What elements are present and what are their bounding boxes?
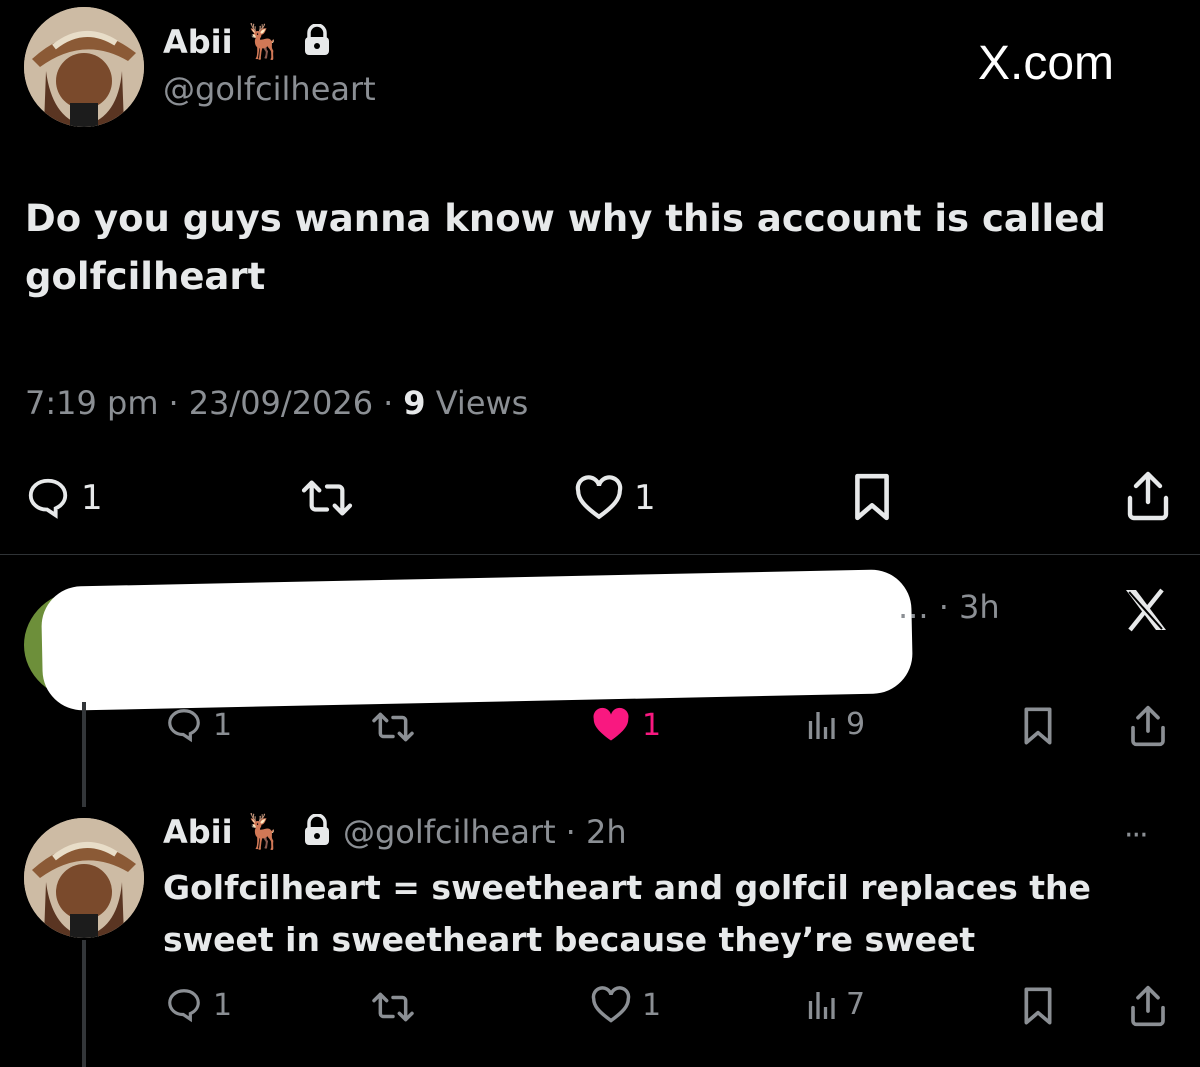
retweet-icon [372, 712, 414, 742]
reply-button[interactable]: 1 [165, 706, 232, 744]
bookmark-icon [1024, 987, 1052, 1025]
meta-dot: · [383, 384, 394, 422]
views-icon [808, 992, 835, 1019]
display-name[interactable]: Abii [163, 813, 233, 851]
close-icon[interactable] [1122, 588, 1170, 636]
avatar[interactable] [24, 818, 144, 938]
bookmark-button[interactable] [850, 472, 894, 522]
thread-line [82, 702, 86, 807]
reply-icon [28, 478, 68, 519]
like-button[interactable]: 1 [574, 475, 656, 521]
bookmark-icon [855, 473, 889, 521]
like-count: 1 [642, 707, 662, 743]
tweet-meta: 7:19 pm · 23/09/2026 · 9 Views [25, 384, 528, 422]
views-count: 7 [846, 986, 866, 1022]
lock-icon [303, 23, 331, 60]
views-label: Views [435, 384, 529, 422]
reply-icon [168, 709, 200, 743]
share-button[interactable] [1128, 984, 1168, 1028]
retweet-icon [301, 480, 353, 516]
heart-icon [593, 707, 629, 741]
handle[interactable]: @golfcilheart [163, 70, 376, 108]
bookmark-button[interactable] [1020, 986, 1056, 1026]
retweet-button[interactable] [370, 988, 416, 1026]
like-button[interactable]: 1 [590, 706, 661, 744]
heart-icon [591, 986, 631, 1023]
tweet-time[interactable]: 7:19 pm [25, 384, 159, 422]
like-count: 1 [642, 987, 662, 1023]
views-button[interactable]: 9 [806, 706, 865, 742]
reply-button[interactable]: 1 [25, 475, 103, 521]
deer-emoji: 🦌 [242, 22, 285, 62]
reply1-meta: ... · 3h [898, 588, 1000, 626]
retweet-button[interactable] [370, 708, 416, 746]
retweet-icon [372, 992, 414, 1022]
reply-button[interactable]: 1 [165, 986, 232, 1024]
retweet-button[interactable] [300, 475, 354, 521]
bookmark-button[interactable] [1020, 706, 1056, 746]
divider [0, 554, 1200, 555]
share-icon [1131, 985, 1165, 1027]
share-icon [1131, 705, 1165, 747]
tweet-date[interactable]: 23/09/2026 [189, 384, 373, 422]
share-icon [1127, 471, 1169, 521]
meta-dot: · [168, 384, 179, 422]
bookmark-icon [1024, 707, 1052, 745]
more-icon[interactable]: ··· [1124, 818, 1149, 853]
like-button[interactable]: 1 [590, 986, 661, 1024]
deer-emoji: 🦌 [242, 812, 285, 852]
reply-text: Golfcilheart = sweetheart and golfcil re… [163, 868, 1091, 959]
reply-count: 1 [213, 987, 233, 1023]
redaction [40, 568, 914, 712]
reply-count: 1 [213, 707, 233, 743]
like-count: 1 [634, 478, 656, 518]
reply-icon [168, 989, 200, 1023]
views-button[interactable]: 7 [806, 986, 865, 1022]
tweet-text: Do you guys wanna know why this account … [25, 197, 1106, 298]
reply-time[interactable]: · 2h [566, 813, 627, 851]
views-icon [808, 712, 835, 739]
reply-count: 1 [81, 478, 103, 518]
site-label: X.com [978, 37, 1115, 90]
share-button[interactable] [1124, 470, 1172, 522]
lock-icon [303, 813, 331, 850]
avatar[interactable] [24, 7, 144, 127]
display-name[interactable]: Abii [163, 23, 233, 61]
views-count: 9 [403, 384, 426, 422]
views-count: 9 [846, 706, 866, 742]
share-button[interactable] [1128, 704, 1168, 748]
thread-line [82, 940, 86, 1067]
handle[interactable]: @golfcilheart [343, 813, 556, 851]
heart-icon [575, 475, 623, 520]
